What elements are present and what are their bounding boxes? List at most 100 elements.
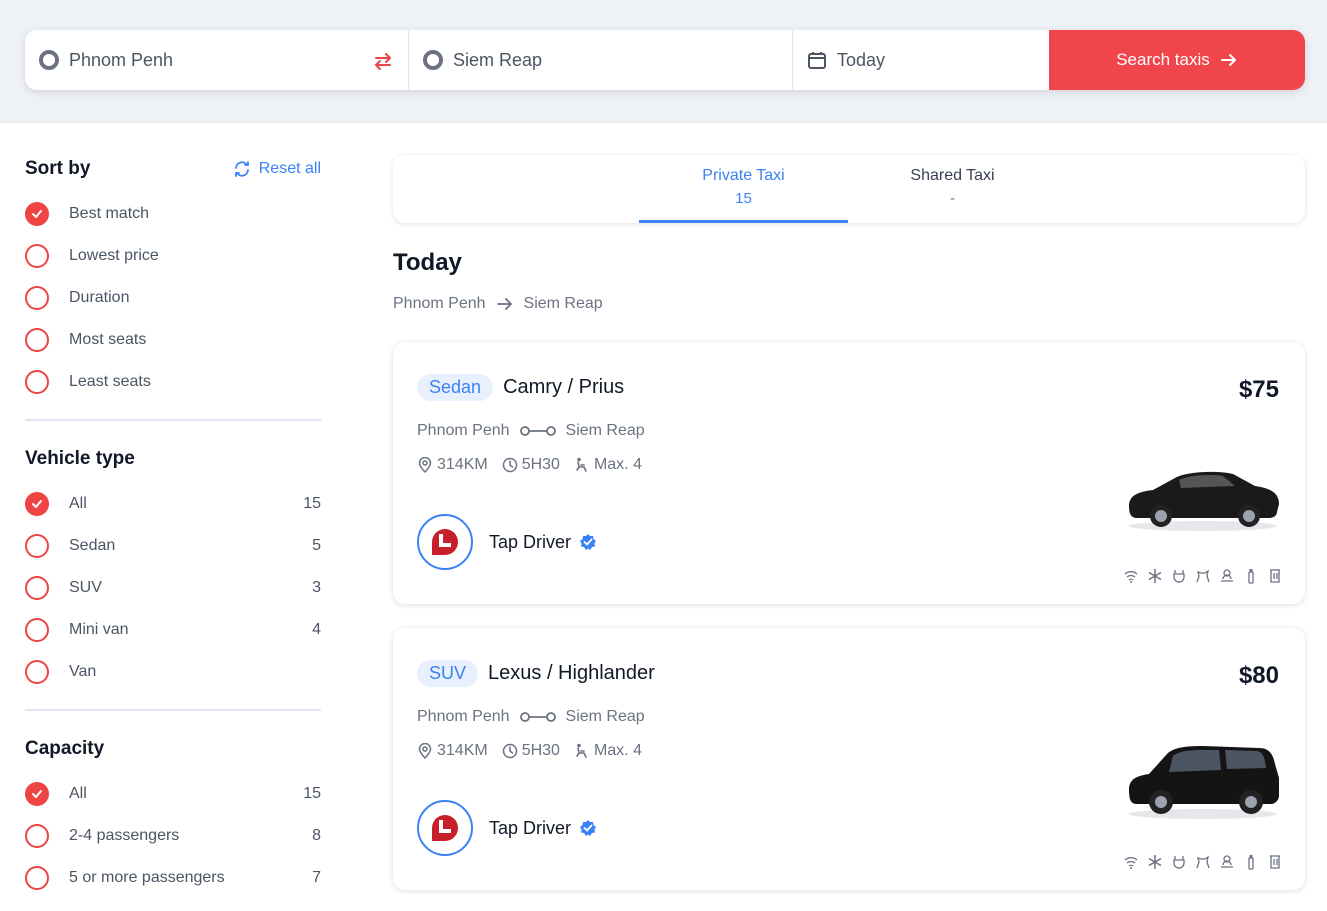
tab-shared-taxi[interactable]: Shared Taxi - xyxy=(848,155,1057,223)
tab-private-taxi[interactable]: Private Taxi 15 xyxy=(639,155,848,223)
distance-value: 314KM xyxy=(437,456,488,473)
checked-icon[interactable] xyxy=(25,202,49,226)
option-label: All xyxy=(69,785,87,802)
duration: 5H30 xyxy=(502,742,560,760)
tissue-icon xyxy=(1270,569,1280,583)
to-field[interactable]: Siem Reap xyxy=(409,30,793,90)
duration-value: 5H30 xyxy=(521,456,560,473)
wifi-icon xyxy=(1124,571,1138,583)
sort-option[interactable]: Most seats xyxy=(25,319,321,361)
vehicle-option[interactable]: SUV 3 xyxy=(25,567,321,609)
vehicle-option[interactable]: Van xyxy=(25,651,321,693)
suv-car-image xyxy=(1129,746,1279,819)
sort-title: Sort by xyxy=(25,158,91,179)
radio-icon[interactable] xyxy=(25,618,49,642)
vehicle-options: All 15 Sedan 5 SUV 3 Mini van 4 Van xyxy=(25,483,321,693)
search-taxis-button[interactable]: Search taxis xyxy=(1049,30,1305,90)
option-label: Duration xyxy=(69,289,130,306)
capacity-option[interactable]: 5 or more passengers 7 xyxy=(25,857,321,899)
clock-icon xyxy=(502,743,517,759)
checked-icon[interactable] xyxy=(25,492,49,516)
refresh-icon xyxy=(234,161,249,177)
results-panel: Private Taxi 15 Shared Taxi - Today Phno… xyxy=(393,155,1305,890)
vehicle-title: Vehicle type xyxy=(25,448,135,469)
date-field[interactable]: Today xyxy=(793,30,1049,90)
distance: 314KM xyxy=(417,456,488,474)
distance-value: 314KM xyxy=(437,742,488,759)
seat-icon xyxy=(576,457,587,472)
results-day-title: Today xyxy=(393,249,462,276)
location-pin-icon xyxy=(418,457,432,473)
option-label: 2-4 passengers xyxy=(69,827,180,844)
capacity-option[interactable]: 2-4 passengers 8 xyxy=(25,815,321,857)
option-label: Van xyxy=(69,663,97,680)
origin-circle-icon xyxy=(39,50,59,70)
vehicle-type-badge: SUV xyxy=(417,660,479,687)
radio-icon[interactable] xyxy=(25,286,49,310)
taxi-card[interactable]: Sedan Camry / Prius $75 Phnom Penh Siem … xyxy=(393,342,1305,604)
sort-options: Best match Lowest price Duration Most seats… xyxy=(25,193,321,403)
capacity-title: Capacity xyxy=(25,738,105,759)
logo-mark-icon xyxy=(432,529,458,555)
radio-icon[interactable] xyxy=(25,660,49,684)
tab-count: 15 xyxy=(735,190,752,207)
sort-option[interactable]: Best match xyxy=(25,193,321,235)
driver-info[interactable]: Tap Driver xyxy=(417,800,597,856)
vehicle-type-badge: Sedan xyxy=(417,374,494,401)
capacity-option[interactable]: All 15 xyxy=(25,773,321,815)
card-title-row: Sedan Camry / Prius xyxy=(417,374,624,401)
charger-icon xyxy=(1173,570,1185,583)
tap-driver-logo xyxy=(417,800,473,856)
radio-icon[interactable] xyxy=(25,328,49,352)
vehicle-option[interactable]: Mini van 4 xyxy=(25,609,321,651)
vehicle-header: Vehicle type xyxy=(25,435,321,483)
driver-info[interactable]: Tap Driver xyxy=(417,514,597,570)
search-button-label: Search taxis xyxy=(1116,50,1210,69)
card-route-to: Siem Reap xyxy=(565,708,645,725)
from-value: Phnom Penh xyxy=(69,49,174,70)
capacity-options: All 15 2-4 passengers 8 5 or more passengers… xyxy=(25,773,321,899)
from-field[interactable]: Phnom Penh xyxy=(25,30,409,90)
radio-icon[interactable] xyxy=(25,370,49,394)
tab-label: Private Taxi xyxy=(702,167,785,184)
option-label: Mini van xyxy=(69,621,129,638)
taxi-type-tabs: Private Taxi 15 Shared Taxi - xyxy=(393,155,1305,223)
destination-circle-icon xyxy=(423,50,443,70)
option-label: Most seats xyxy=(69,331,147,348)
duration-value: 5H30 xyxy=(521,742,560,759)
sort-option[interactable]: Lowest price xyxy=(25,235,321,277)
option-count: 4 xyxy=(312,621,321,638)
trip-meta: 314KM 5H30 Max. 4 xyxy=(417,456,642,474)
radio-icon[interactable] xyxy=(25,244,49,268)
option-label: 5 or more passengers xyxy=(69,869,225,886)
option-count: 8 xyxy=(312,827,321,844)
pet-icon xyxy=(1196,569,1210,583)
logo-mark-icon xyxy=(432,815,458,841)
sort-option[interactable]: Duration xyxy=(25,277,321,319)
reset-all-label: Reset all xyxy=(258,160,321,177)
divider xyxy=(25,419,321,421)
radio-icon[interactable] xyxy=(25,824,49,848)
radio-icon[interactable] xyxy=(25,866,49,890)
reset-all-button[interactable]: Reset all xyxy=(233,160,321,178)
swap-icon[interactable] xyxy=(372,50,394,72)
checked-icon[interactable] xyxy=(25,782,49,806)
divider xyxy=(25,709,321,711)
calendar-icon xyxy=(808,52,826,69)
radio-icon[interactable] xyxy=(25,576,49,600)
amenities xyxy=(1123,568,1283,584)
taxi-card[interactable]: SUV Lexus / Highlander $80 Phnom Penh Si… xyxy=(393,628,1305,890)
verified-badge-icon xyxy=(580,820,597,836)
driver-name: Tap Driver xyxy=(489,817,572,838)
driver-name: Tap Driver xyxy=(489,531,572,552)
sort-option[interactable]: Least seats xyxy=(25,361,321,403)
to-value: Siem Reap xyxy=(453,49,543,70)
route-line-icon xyxy=(519,426,556,436)
vehicle-option[interactable]: Sedan 5 xyxy=(25,525,321,567)
location-pin-icon xyxy=(418,743,432,759)
charger-icon xyxy=(1173,856,1185,869)
radio-icon[interactable] xyxy=(25,534,49,558)
water-bottle-icon xyxy=(1248,569,1254,584)
filter-sidebar: Sort by Reset all Best match Lowest price… xyxy=(25,145,321,899)
vehicle-option[interactable]: All 15 xyxy=(25,483,321,525)
